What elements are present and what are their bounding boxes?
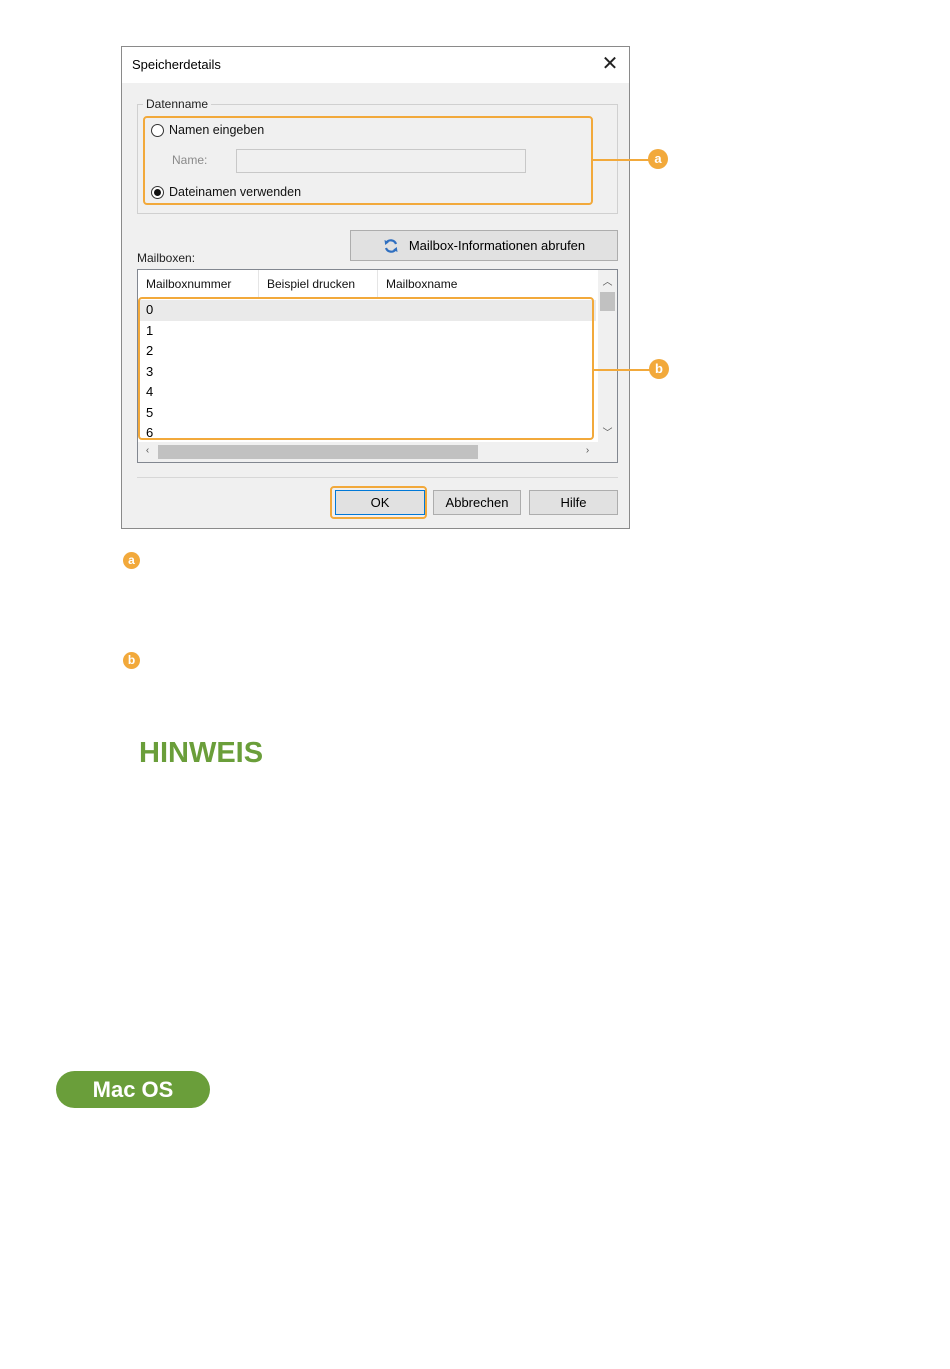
vertical-scrollbar[interactable]: ︿ ﹀ <box>598 270 617 442</box>
horizontal-scrollbar[interactable]: ‹ › <box>138 442 600 462</box>
cancel-button[interactable]: Abbrechen <box>433 490 521 515</box>
fetch-mailbox-info-button[interactable]: Mailbox-Informationen abrufen <box>350 230 618 261</box>
fetch-mailbox-info-label: Mailbox-Informationen abrufen <box>408 238 586 253</box>
column-header-mailbox-number[interactable]: Mailboxnummer <box>138 270 259 298</box>
refresh-icon <box>384 238 398 253</box>
highlight-datenname-options <box>143 116 593 205</box>
scroll-down-icon[interactable]: ﹀ <box>598 424 617 439</box>
callout-badge-b: b <box>649 359 669 379</box>
callout-badge-a: a <box>648 149 668 169</box>
column-header-mailbox-name[interactable]: Mailboxname <box>378 270 596 298</box>
horizontal-scroll-thumb[interactable] <box>158 445 478 459</box>
vertical-scroll-thumb[interactable] <box>600 292 615 311</box>
help-button[interactable]: Hilfe <box>529 490 618 515</box>
callout-line-a <box>593 159 649 161</box>
mac-os-badge: Mac OS <box>56 1071 210 1108</box>
scroll-up-icon[interactable]: ︿ <box>598 273 617 288</box>
legend-badge-a: a <box>123 552 140 569</box>
column-header-print-sample[interactable]: Beispiel drucken <box>259 270 378 298</box>
dialog-title: Speicherdetails <box>132 57 221 72</box>
mailbox-list-header: Mailboxnummer Beispiel drucken Mailboxna… <box>138 270 596 298</box>
callout-line-b <box>594 369 650 371</box>
dialog-titlebar: Speicherdetails ✕ <box>122 47 629 83</box>
datenname-group-label: Datenname <box>143 97 212 111</box>
mailboxes-label: Mailboxen: <box>137 251 196 265</box>
dialog-separator <box>137 477 618 478</box>
scroll-left-icon[interactable]: ‹ <box>138 445 157 456</box>
legend-badge-b: b <box>123 652 140 669</box>
note-heading: HINWEIS <box>139 737 264 769</box>
highlight-mailbox-rows <box>138 297 594 440</box>
scrollbar-corner <box>598 442 617 462</box>
close-icon[interactable]: ✕ <box>597 51 623 77</box>
highlight-ok-button <box>330 486 427 519</box>
scroll-right-icon[interactable]: › <box>578 445 597 456</box>
